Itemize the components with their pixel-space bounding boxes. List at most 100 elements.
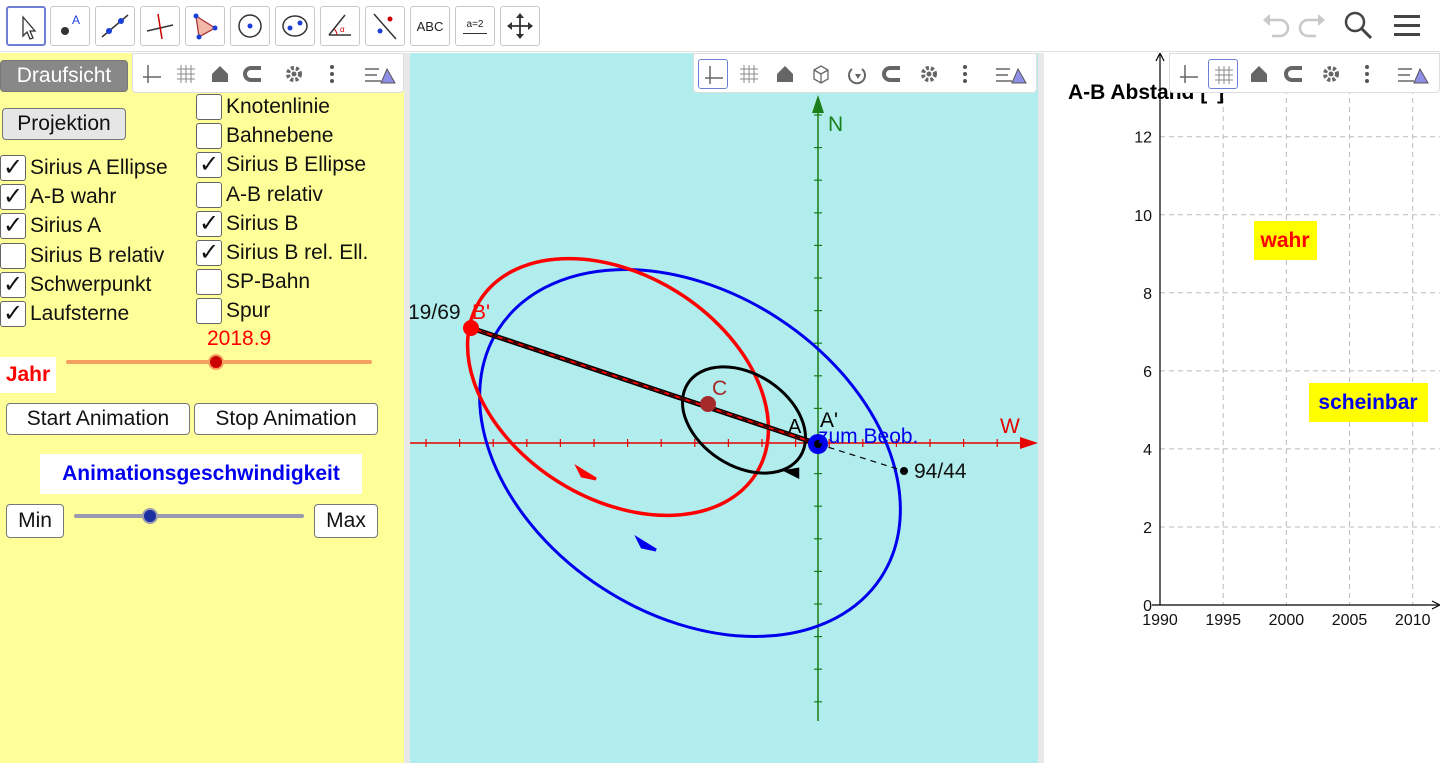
checkbox-sirius-b-ellipse[interactable]: ✓ Sirius B Ellipse bbox=[196, 150, 367, 179]
checkbox-sirius-a[interactable]: ✓ Sirius A bbox=[0, 211, 101, 240]
max-speed-button[interactable]: Max bbox=[314, 504, 378, 538]
checkbox-box[interactable]: ✓ bbox=[196, 209, 222, 237]
checkbox-spur[interactable]: Spur bbox=[196, 297, 270, 325]
checkbox-label: Knotenlinie bbox=[226, 95, 330, 118]
axes-toggle[interactable] bbox=[698, 59, 728, 89]
checkbox-box[interactable] bbox=[196, 298, 222, 325]
checkbox-sirius-b[interactable]: ✓ Sirius B bbox=[196, 209, 298, 238]
checkbox-label: A-B wahr bbox=[30, 185, 117, 209]
distance-plot[interactable]: 1990 1995 2000 2005 2010 024681012 A-B Absta… bbox=[1044, 53, 1440, 763]
dots-vertical-icon bbox=[1365, 65, 1369, 83]
3d-view-button[interactable] bbox=[806, 59, 836, 89]
checkbox-box[interactable]: ✓ bbox=[196, 150, 222, 179]
checkbox-label: Sirius B Ellipse bbox=[226, 153, 367, 177]
point-capture-button[interactable] bbox=[878, 59, 908, 89]
search-icon[interactable] bbox=[1342, 8, 1374, 44]
conic-tool[interactable] bbox=[275, 6, 315, 46]
main-toolbar: A α ABC a=2 bbox=[0, 0, 1440, 52]
projection-button[interactable]: Projektion bbox=[2, 108, 126, 140]
checkbox-label: Laufsterne bbox=[30, 302, 130, 325]
speed-slider-knob[interactable] bbox=[141, 508, 158, 524]
checkbox-box[interactable]: ✓ bbox=[0, 270, 26, 298]
relative-orbit-ellipse[interactable] bbox=[411, 194, 969, 712]
polygon-tool[interactable] bbox=[185, 6, 225, 46]
perpendicular-tool[interactable] bbox=[140, 6, 180, 46]
start-animation-button[interactable]: Start Animation bbox=[6, 403, 190, 435]
angle-tool[interactable]: α bbox=[320, 6, 360, 46]
point-capture-button[interactable] bbox=[1280, 59, 1310, 89]
checkbox-label: Sirius B relativ bbox=[30, 243, 165, 267]
point-capture-button[interactable] bbox=[239, 59, 269, 89]
checkbox-a-b-relativ[interactable]: A-B relativ bbox=[196, 181, 323, 209]
circle-tool[interactable] bbox=[230, 6, 270, 46]
checkbox-knotenlinie[interactable]: Knotenlinie bbox=[196, 93, 330, 121]
checkbox-sirius-b-rel-ell[interactable]: ✓ Sirius B rel. Ell. bbox=[196, 238, 368, 267]
line-icon bbox=[101, 14, 129, 38]
home-button[interactable] bbox=[205, 59, 235, 89]
far-point[interactable] bbox=[900, 467, 908, 475]
checkbox-bahnebene[interactable]: Bahnebene bbox=[196, 122, 333, 150]
magnet-icon bbox=[1284, 66, 1302, 82]
settings-button[interactable] bbox=[914, 59, 944, 89]
checkbox-schwerpunkt[interactable]: ✓ Schwerpunkt bbox=[0, 270, 151, 299]
axes-toggle[interactable] bbox=[1174, 59, 1204, 89]
checkbox-box[interactable] bbox=[196, 123, 222, 150]
checkbox-box[interactable]: ✓ bbox=[0, 182, 26, 211]
plot-y-tick-label: 2 bbox=[1143, 520, 1152, 537]
checkbox-box[interactable]: ✓ bbox=[0, 299, 26, 327]
speed-slider[interactable] bbox=[74, 514, 304, 518]
graphics-view[interactable]: N W 19/69 B' C A A' zum Beob. 94/44 bbox=[410, 53, 1038, 763]
grid-toggle[interactable] bbox=[734, 59, 764, 89]
redo-icon[interactable] bbox=[1296, 8, 1328, 44]
checkbox-box[interactable]: ✓ bbox=[0, 153, 26, 181]
control-panel: Draufsicht Projektion ✓ Sirius A Ellipse ✓… bbox=[0, 53, 404, 763]
menu-icon[interactable] bbox=[1392, 8, 1422, 44]
dots-vertical-icon bbox=[963, 65, 967, 83]
line-tool[interactable] bbox=[95, 6, 135, 46]
undo-icon[interactable] bbox=[1260, 8, 1292, 44]
home-icon bbox=[212, 66, 228, 82]
home-button[interactable] bbox=[1244, 59, 1274, 89]
checkbox-box[interactable]: ✓ bbox=[0, 211, 26, 240]
more-button[interactable] bbox=[317, 59, 347, 89]
checkbox-box[interactable] bbox=[196, 94, 222, 120]
top-view-button[interactable]: Draufsicht bbox=[0, 60, 128, 92]
checkbox-laufsterne[interactable]: ✓ Laufsterne bbox=[0, 299, 130, 328]
home-button[interactable] bbox=[770, 59, 800, 89]
stop-animation-button[interactable]: Stop Animation bbox=[194, 403, 378, 435]
axes-icon bbox=[1180, 65, 1198, 83]
checkbox-sirius-b-relativ[interactable]: Sirius B relativ bbox=[0, 242, 164, 270]
settings-button[interactable] bbox=[279, 59, 309, 89]
text-tool[interactable]: ABC bbox=[410, 6, 450, 46]
reflect-icon bbox=[373, 13, 397, 40]
move-view-tool[interactable] bbox=[500, 6, 540, 46]
checkbox-box[interactable] bbox=[0, 242, 26, 269]
grid-toggle[interactable] bbox=[171, 59, 201, 89]
year-slider-knob[interactable] bbox=[207, 354, 224, 370]
checkbox-sirius-a-ellipse[interactable]: ✓ Sirius A Ellipse bbox=[0, 153, 168, 182]
more-button[interactable] bbox=[1352, 59, 1382, 89]
settings-button[interactable] bbox=[1316, 59, 1346, 89]
grid-toggle[interactable] bbox=[1208, 59, 1238, 89]
observer-label: zum Beob. bbox=[818, 425, 918, 448]
reflect-tool[interactable] bbox=[365, 6, 405, 46]
checkbox-sp-bahn[interactable]: SP-Bahn bbox=[196, 268, 310, 296]
axes-toggle[interactable] bbox=[137, 59, 167, 89]
checkbox-box[interactable]: ✓ bbox=[196, 238, 222, 266]
view-menu-button[interactable] bbox=[1392, 59, 1436, 89]
orbit-canvas[interactable]: N W 19/69 B' C A A' zum Beob. 94/44 bbox=[410, 53, 1038, 763]
checkbox-box[interactable] bbox=[196, 269, 222, 296]
checkbox-box[interactable] bbox=[196, 181, 222, 208]
point-tool[interactable]: A bbox=[50, 6, 90, 46]
view-menu-button[interactable] bbox=[359, 59, 399, 89]
checkbox-a-b-wahr[interactable]: ✓ A-B wahr bbox=[0, 182, 117, 211]
view-menu-button[interactable] bbox=[990, 59, 1032, 89]
checkbox-label: A-B relativ bbox=[226, 182, 323, 206]
move-tool[interactable] bbox=[6, 6, 46, 46]
more-button[interactable] bbox=[950, 59, 980, 89]
rotate-button[interactable] bbox=[842, 59, 872, 89]
distance-plot-view[interactable]: 1990 1995 2000 2005 2010 0 2 4 6 8 10 12 A-B Absta… bbox=[1044, 53, 1440, 763]
slider-tool[interactable]: a=2 bbox=[455, 6, 495, 46]
min-speed-button[interactable]: Min bbox=[6, 504, 64, 538]
style-bar-graphics bbox=[693, 53, 1037, 93]
